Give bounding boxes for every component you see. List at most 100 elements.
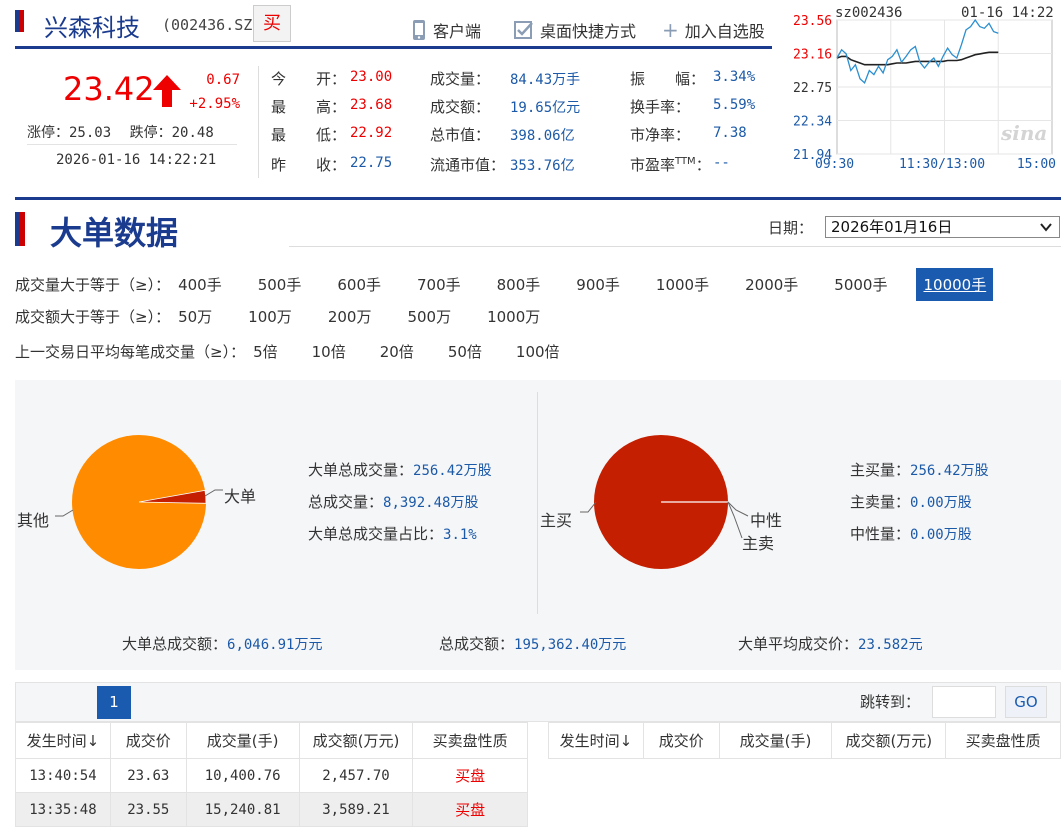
column-header[interactable]: 成交价 [109,722,187,759]
filter-option[interactable]: 500手 [258,274,302,295]
limit-prices: 涨停：25.03 跌停：20.48 [27,122,214,142]
filter-option[interactable]: 5倍 [253,341,278,362]
big-ratio-label: 大单总成交量占比： [308,525,444,543]
big-ratio-stat: 大单总成交量占比：3.1% [308,523,477,544]
filter-option[interactable]: 600手 [337,274,381,295]
filter-option[interactable]: 1000万 [487,306,540,327]
volume-filter-label: 成交量大于等于（≥）： [15,276,171,294]
filter-option[interactable]: 900手 [576,274,620,295]
column-header[interactable]: 买卖盘性质 [945,722,1061,759]
mini-chart-symbol: sz002436 [835,5,902,21]
section-divider [15,197,1061,200]
quote-value: 23.00 [350,69,393,85]
price-change: 0.67 [206,72,240,88]
client-link[interactable]: 客户端 [411,18,481,42]
quote-value: 19.65亿元 [510,100,581,116]
column-header[interactable]: 买卖盘性质 [412,722,528,759]
intraday-mini-chart[interactable]: sz002436 01-16 14:22 23.56 23.16 22.75 22.3… [787,4,1059,176]
filter-option[interactable]: 500万 [407,306,451,327]
table-row: 13:35:48 23.55 15,240.81 3,589.21 买盘 [15,792,528,827]
go-button[interactable]: GO [1005,686,1047,718]
table-cell: 10,400.76 [185,758,300,793]
section-accent-blue [15,212,20,246]
mini-chart-y-ticks: 23.5623.1622.7522.3421.94 [793,14,832,163]
column-header[interactable]: 成交量(手) [185,722,300,759]
table-row: 13:40:54 23.63 10,400.76 2,457.70 买盘 [15,758,528,793]
filter-option[interactable]: 700手 [417,274,461,295]
column-header[interactable]: 成交价 [642,722,720,759]
total-amount-stat: 总成交额：195,362.40万元 [439,633,626,654]
column-header[interactable]: 成交额(万元) [298,722,414,759]
filter-option[interactable]: 10000手 [916,268,994,301]
filter-option[interactable]: 100万 [248,306,292,327]
column-header[interactable]: 成交额(万元) [831,722,947,759]
quote-label: 今 开： [271,70,347,88]
amount-filter-row: 成交额大于等于（≥）： 50万 100万 200万 500万 1000万 [15,306,540,327]
stock-name: 兴森科技 [44,14,140,42]
quote-label: 最 低： [271,126,347,144]
buy-sell-pie [580,435,749,569]
pie1-label-other: 其他 [17,511,50,530]
pie2-label-buy: 主买 [540,511,573,530]
page-1-button[interactable]: 1 [97,686,131,719]
chevron-down-icon [1040,223,1052,232]
total-volume-stat: 总成交量：8,392.48万股 [308,491,478,512]
table-cell: 23.55 [109,792,187,827]
sina-watermark: sina [1000,121,1047,145]
big-amount-stat: 大单总成交额：6,046.91万元 [122,633,322,654]
sell-volume-stat: 主卖量：0.00万股 [850,491,972,512]
column-header[interactable]: 发生时间↓ [15,722,111,759]
filter-option[interactable]: 10倍 [312,341,346,362]
mini-y-tick: 22.34 [793,115,832,130]
table-cell: 2,457.70 [298,758,414,793]
quote-value: -- [713,155,730,171]
quote-value: 5.59% [713,97,756,113]
summary-divider [537,392,538,614]
total-volume-value: 8,392.48万股 [383,495,479,511]
date-label: 日期： [768,219,814,237]
buy-button[interactable]: 买 [253,5,291,42]
sell-volume-value: 0.00万股 [910,495,972,511]
price-change-pct: +2.95% [189,96,240,112]
table-cell: 13:35:48 [15,792,111,827]
trades-table-left: 发生时间↓ 成交价 成交量(手) 成交额(万元) 买卖盘性质 13:40:54 23.63… [15,722,528,827]
big-volume-label: 大单总成交量： [308,461,414,479]
phone-icon [413,20,425,40]
table-cell: 买盘 [412,792,528,827]
quote-value: 7.38 [713,125,747,141]
filter-option[interactable]: 2000手 [745,274,798,295]
column-header[interactable]: 成交量(手) [718,722,833,759]
current-price: 23.42 [63,70,155,108]
jump-label: 跳转到： [860,693,921,711]
table-cell: 13:40:54 [15,758,111,793]
mini-y-tick: 23.56 [793,14,832,29]
mini-y-tick: 22.75 [793,81,832,96]
total-amount-value: 195,362.40万元 [514,637,627,653]
section-title: 大单数据 [50,214,179,252]
filter-option[interactable]: 400手 [178,274,222,295]
filter-option[interactable]: 800手 [497,274,541,295]
neutral-volume-label: 中性量： [850,525,911,543]
filter-option[interactable]: 1000手 [656,274,709,295]
jump-page-input[interactable] [932,686,996,718]
client-link-label: 客户端 [433,22,482,41]
add-watchlist-link[interactable]: + 加入自选股 [662,18,765,42]
avg-price-value: 23.582元 [858,637,923,653]
date-select[interactable]: 2026年01月16日 [825,216,1060,238]
column-header[interactable]: 发生时间↓ [548,722,644,759]
filter-option[interactable]: 50倍 [448,341,482,362]
filter-option[interactable]: 50万 [178,306,212,327]
quote-label: 成交额： [430,98,491,116]
desktop-shortcut-link[interactable]: 桌面快捷方式 [514,18,636,42]
pie2-label-sell: 主卖 [742,534,775,553]
quote-label: 总市值： [430,126,491,144]
quote-datetime: 2026-01-16 14:22:21 [56,152,217,168]
neutral-volume-value: 0.00万股 [910,527,972,543]
multiple-filter-options: 5倍 10倍 20倍 50倍 100倍 [245,341,559,362]
table-cell: 3,589.21 [298,792,414,827]
filter-option[interactable]: 200万 [328,306,372,327]
filter-option[interactable]: 5000手 [834,274,887,295]
big-amount-value: 6,046.91万元 [227,637,323,653]
filter-option[interactable]: 20倍 [380,341,414,362]
filter-option[interactable]: 100倍 [516,341,560,362]
